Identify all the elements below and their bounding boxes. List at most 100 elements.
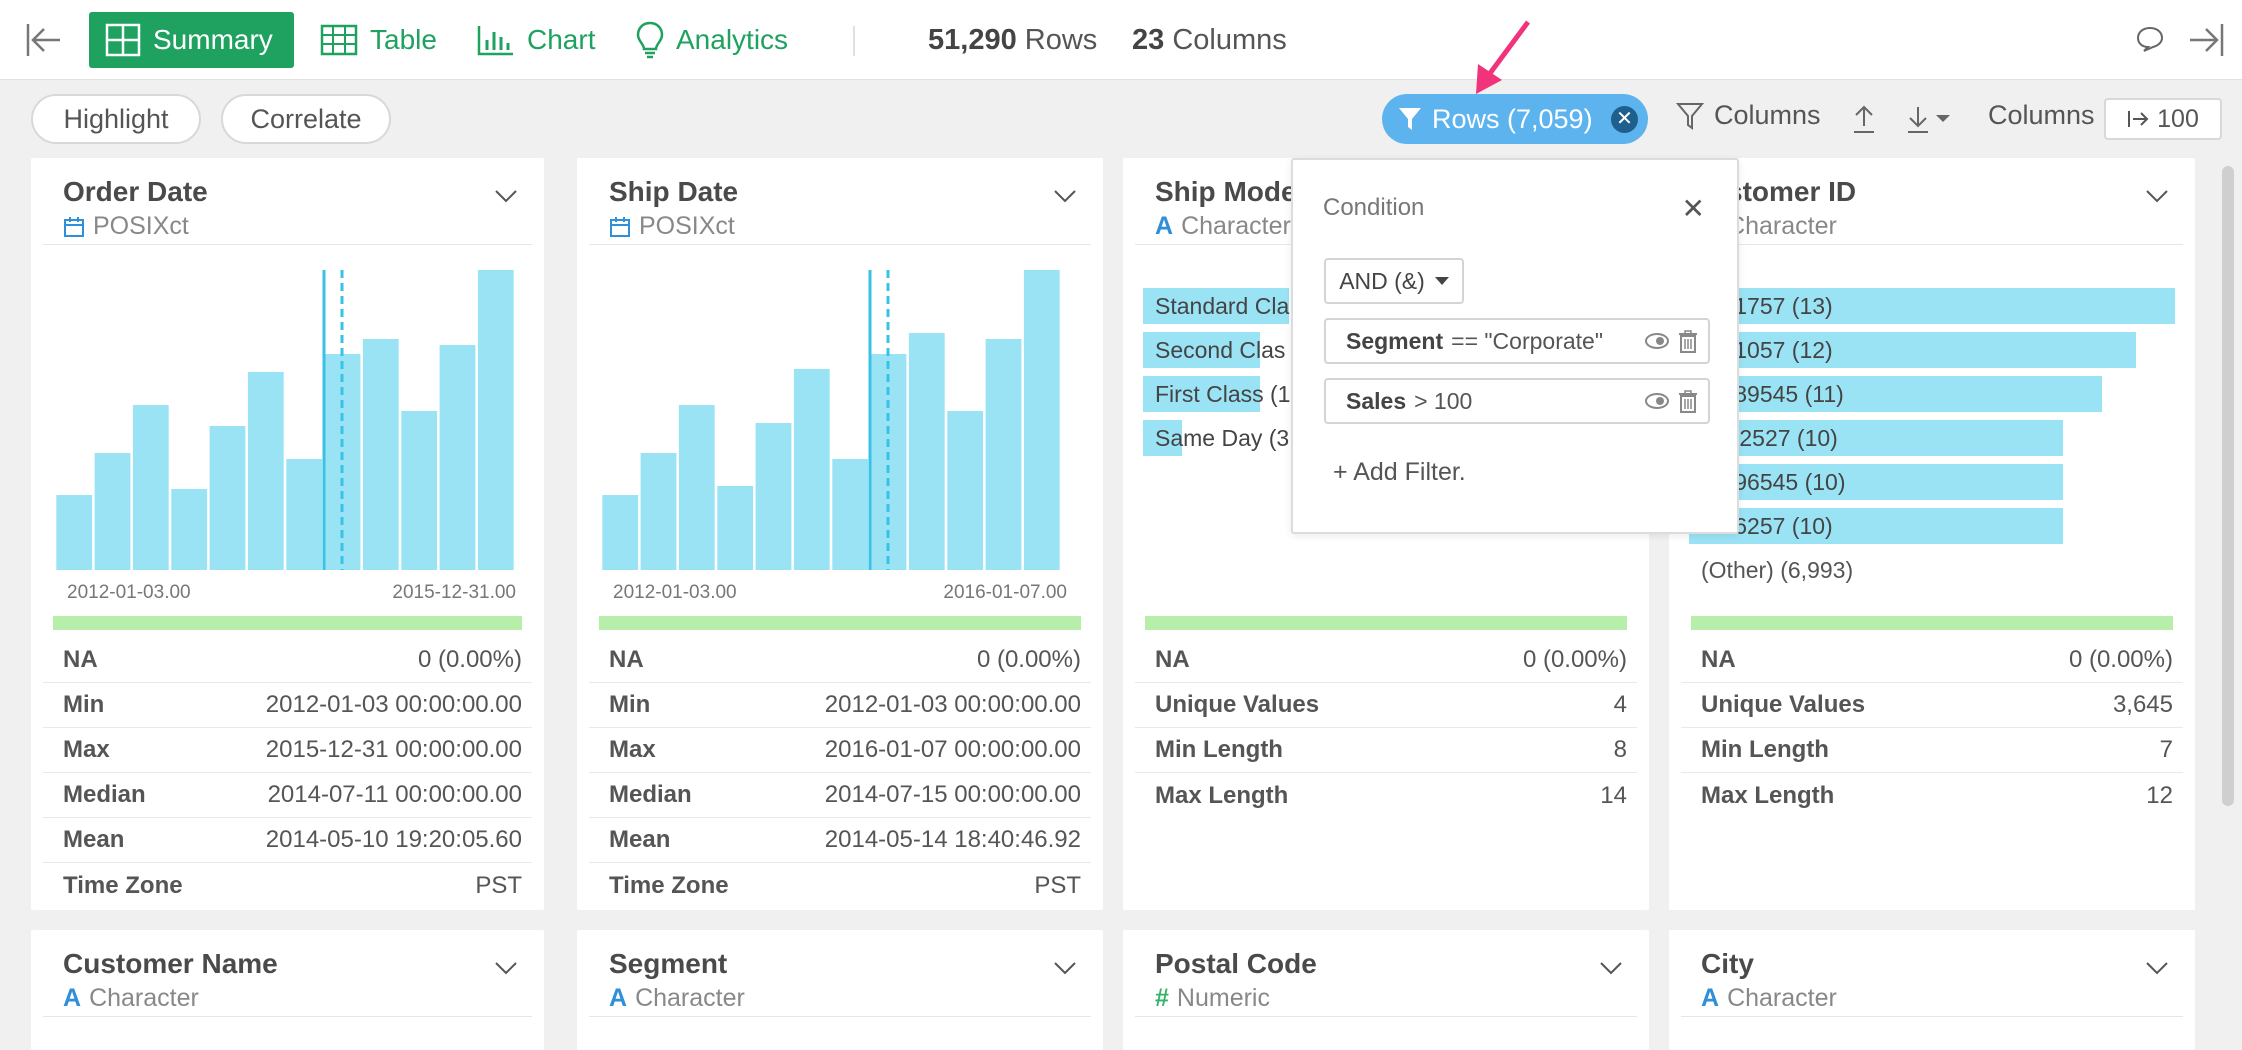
caret-down-icon [1434, 277, 1449, 285]
category-bar[interactable]: -2189545 (11) [1689, 376, 2175, 412]
histogram-bar[interactable] [247, 372, 284, 570]
histogram-bar[interactable] [286, 459, 323, 570]
rows-filter-button[interactable]: Rows (7,059) ✕ [1382, 94, 1648, 144]
histogram-bar[interactable] [602, 495, 639, 570]
add-filter-button[interactable]: + Add Filter. [1333, 458, 1466, 487]
stat-row: Min Length 7 [1681, 728, 2183, 773]
histogram-bar[interactable] [94, 453, 131, 570]
histogram-bar[interactable] [1023, 270, 1060, 570]
stat-row: NA 0 (0.00%) [1681, 638, 2183, 683]
text-a-icon: A [1701, 984, 1720, 1012]
chevron-down-icon[interactable] [1053, 188, 1077, 204]
trash-icon[interactable] [1678, 390, 1698, 414]
histogram-bar[interactable] [908, 333, 945, 570]
lightbulb-icon [636, 21, 664, 59]
stat-label: Time Zone [63, 871, 183, 899]
filter-condition[interactable]: Sales > 100 [1324, 378, 1710, 424]
histogram-bar[interactable] [717, 486, 754, 570]
stat-row: Time Zone PST [43, 863, 532, 908]
condition-field: Segment [1346, 327, 1444, 354]
category-label: First Class (1 [1155, 381, 1291, 407]
stat-label: Max [63, 736, 110, 763]
column-type: POSIXct [63, 212, 189, 241]
histogram-bar[interactable] [401, 411, 438, 570]
stat-value: 12 [2146, 781, 2173, 809]
histogram[interactable] [601, 270, 1061, 576]
category-bars[interactable]: -121757 (13) -131057 (12) -2189545 (11) 153… [1689, 288, 2175, 588]
collapse-left-icon[interactable] [24, 20, 64, 60]
scrollbar[interactable] [2222, 166, 2234, 806]
chevron-down-icon[interactable] [1053, 960, 1077, 976]
histogram-bar[interactable] [209, 426, 246, 570]
chevron-down-icon[interactable] [1599, 960, 1623, 976]
histogram-bar[interactable] [947, 411, 984, 570]
stat-value: 14 [1600, 781, 1627, 809]
chevron-down-icon[interactable] [494, 960, 518, 976]
column-count: 23 Columns [1132, 24, 1287, 56]
stat-row: Mean 2014-05-10 19:20:05.60 [43, 818, 532, 863]
condition-expression: > 100 [1414, 387, 1473, 414]
clear-filter-icon[interactable]: ✕ [1611, 106, 1638, 133]
stat-row: NA 0 (0.00%) [43, 638, 532, 683]
close-icon[interactable]: ✕ [1682, 192, 1705, 225]
histogram-bar[interactable] [132, 405, 169, 570]
columns-count-input[interactable]: 100 [2104, 98, 2222, 140]
stat-label: NA [1155, 646, 1190, 673]
tab-table[interactable]: Table [304, 12, 453, 68]
stat-row: Max Length 12 [1681, 773, 2183, 818]
histogram-bar[interactable] [477, 270, 514, 570]
histogram-bar[interactable] [832, 459, 869, 570]
column-title: Ship Date [609, 176, 739, 207]
category-label: Standard Cla [1155, 293, 1290, 319]
tab-summary[interactable]: Summary [89, 12, 294, 68]
histogram-bar[interactable] [678, 405, 715, 570]
histogram-bar[interactable] [755, 423, 792, 570]
comment-icon[interactable] [2136, 26, 2164, 52]
column-card-customer-id: stomer ID A Character -121757 (13)-13105… [1669, 158, 2195, 910]
histogram-bar[interactable] [985, 339, 1022, 570]
chevron-down-icon[interactable] [2145, 188, 2169, 204]
axis-min-label: 2012-01-03.00 [613, 582, 737, 603]
category-bar[interactable]: -186257 (10) [1689, 508, 2175, 544]
eye-toggle-icon[interactable] [1644, 330, 1670, 352]
highlight-button[interactable]: Highlight [31, 94, 201, 144]
chevron-down-icon[interactable] [494, 188, 518, 204]
stat-value: 7 [2159, 736, 2173, 763]
histogram[interactable] [55, 270, 515, 576]
stat-label: Mean [63, 826, 125, 853]
histogram-bar[interactable] [439, 345, 476, 570]
column-type: POSIXct [609, 212, 735, 241]
axis-min-label: 2012-01-03.00 [67, 582, 191, 603]
columns-filter-button[interactable]: Columns [1676, 100, 1821, 131]
category-bar[interactable]: -131057 (12) [1689, 332, 2175, 368]
operator-dropdown[interactable]: AND (&) [1324, 258, 1464, 304]
tab-analytics[interactable]: Analytics [620, 12, 804, 68]
chevron-down-icon[interactable] [2145, 960, 2169, 976]
download-dropdown-icon[interactable] [1906, 104, 1954, 134]
eye-toggle-icon[interactable] [1644, 390, 1670, 412]
stat-row: Unique Values 3,645 [1681, 683, 2183, 728]
stat-value: 2014-07-11 00:00:00.00 [267, 781, 522, 808]
histogram-bar[interactable] [793, 369, 830, 570]
histogram-bar[interactable] [56, 495, 93, 570]
category-bar[interactable]: -121757 (13) [1689, 288, 2175, 324]
stat-value: 8 [1613, 736, 1627, 763]
arrow-right-bar-icon [2128, 111, 2149, 127]
filter-condition[interactable]: Segment == "Corporate" [1324, 318, 1710, 364]
histogram-bar[interactable] [362, 339, 399, 570]
stats-list: NA 0 (0.00%) Min 2012-01-03 00:00:00.00 Max 2… [43, 638, 532, 908]
stat-value: 3,645 [2112, 691, 2173, 718]
tab-chart[interactable]: Chart [461, 12, 611, 68]
bar-chart-icon [477, 26, 513, 56]
stat-row: Median 2014-07-11 00:00:00.00 [43, 773, 532, 818]
category-bar[interactable]: 1532527 (10) [1689, 420, 2175, 456]
upload-icon[interactable] [1852, 104, 1876, 134]
stats-list: NA 0 (0.00%) Min 2012-01-03 00:00:00.00 Max 2… [589, 638, 1091, 908]
correlate-button[interactable]: Correlate [221, 94, 391, 144]
histogram-bar[interactable] [171, 489, 208, 570]
histogram-bar[interactable] [640, 453, 677, 570]
collapse-right-icon[interactable] [2186, 20, 2226, 60]
trash-icon[interactable] [1678, 330, 1698, 354]
column-card-order-date: Order Date POSIXct 2012-01-03.00 2015-12… [31, 158, 544, 910]
category-bar[interactable]: -1796545 (10) [1689, 464, 2175, 500]
